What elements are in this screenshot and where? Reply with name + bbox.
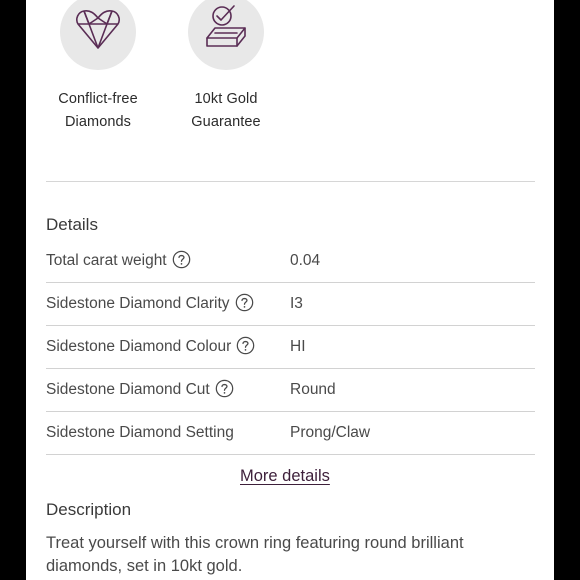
row-label: Sidestone Diamond Colour (46, 336, 255, 356)
badge-label: Conflict-free Diamonds (28, 88, 168, 134)
row-value: Prong/Claw (290, 424, 371, 441)
description-text: Treat yourself with this crown ring feat… (46, 534, 464, 575)
badge-circle (188, 0, 264, 70)
row-label: Sidestone Diamond Clarity (46, 293, 254, 313)
row-label-text: Sidestone Diamond Clarity (46, 295, 230, 312)
details-row: Sidestone Diamond Setting Prong/Claw (46, 412, 535, 455)
question-help-icon[interactable] (235, 293, 254, 312)
badge-label-line1: Conflict-free (58, 91, 138, 107)
row-label-text: Total carat weight (46, 252, 167, 269)
badge-label: 10kt Gold Guarantee (156, 88, 296, 134)
row-value: Round (290, 381, 336, 398)
question-help-icon[interactable] (215, 379, 234, 398)
row-label: Total carat weight (46, 250, 191, 270)
details-row: Sidestone Diamond Cut Round (46, 369, 535, 412)
heart-diamond-icon (76, 10, 120, 49)
badge-circle (60, 0, 136, 70)
gold-bar-check-icon (206, 5, 246, 47)
details-heading: Details (46, 215, 98, 234)
badge-label-line2: Diamonds (64, 114, 132, 130)
question-help-icon[interactable] (172, 250, 191, 269)
badge-label-line2: Guarantee (191, 114, 261, 130)
question-help-icon[interactable] (236, 336, 255, 355)
details-table: Total carat weight 0.04 Sidestone Diamon… (46, 240, 535, 455)
row-label: Sidestone Diamond Setting (46, 424, 234, 442)
details-row: Sidestone Diamond Clarity I3 (46, 283, 535, 326)
feature-badges: Conflict-free Diamonds 10kt Gold Guarant… (26, 0, 554, 180)
row-value: 0.04 (290, 252, 321, 269)
details-row: Sidestone Diamond Colour HI (46, 326, 535, 369)
details-row: Total carat weight 0.04 (46, 240, 535, 283)
row-label-text: Sidestone Diamond Setting (46, 424, 234, 441)
row-label: Sidestone Diamond Cut (46, 379, 234, 399)
more-details-link[interactable]: More details (240, 467, 330, 486)
row-label-text: Sidestone Diamond Cut (46, 381, 210, 398)
badge-label-line1: 10kt Gold (194, 91, 258, 107)
row-value: HI (290, 338, 306, 355)
product-info-panel: Conflict-free Diamonds 10kt Gold Guarant… (26, 0, 554, 580)
section-divider (46, 181, 535, 182)
row-label-text: Sidestone Diamond Colour (46, 338, 232, 355)
row-value: I3 (290, 295, 303, 312)
description-heading: Description (46, 500, 132, 519)
